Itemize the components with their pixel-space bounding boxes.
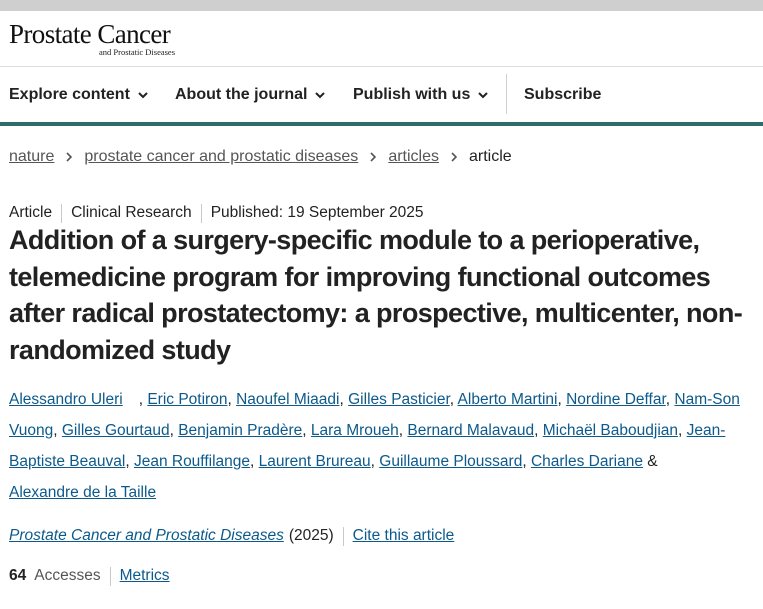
citation-line: Prostate Cancer and Prostatic Diseases (… xyxy=(9,525,454,547)
chevron-right-icon xyxy=(370,152,377,162)
logo-sub-text: and Prostatic Diseases xyxy=(99,47,176,57)
nav-subscribe-label: Subscribe xyxy=(524,85,602,103)
author-list: Alessandro Uleri, Eric Potiron, Naoufel … xyxy=(9,391,740,501)
meta-divider xyxy=(200,203,202,223)
chevron-right-icon xyxy=(66,152,73,162)
author-link[interactable]: Benjamin Pradère xyxy=(178,422,302,439)
nav-about-journal[interactable]: About the journal xyxy=(175,67,326,122)
author-link[interactable]: Alexandre de la Taille xyxy=(9,484,156,501)
author-link[interactable]: Charles Dariane xyxy=(531,453,643,470)
author-link[interactable]: Bernard Malavaud xyxy=(407,422,534,439)
nav-explore-content[interactable]: Explore content xyxy=(9,67,149,122)
top-gray-bar xyxy=(0,0,763,11)
article-title: Addition of a surgery-specific module to… xyxy=(9,225,743,365)
journal-name-link[interactable]: Prostate Cancer and Prostatic Diseases xyxy=(9,527,284,545)
cite-article-link[interactable]: Cite this article xyxy=(353,527,455,545)
accesses-label: Accesses xyxy=(34,567,101,584)
author-link[interactable]: Nordine Deffar xyxy=(566,391,666,408)
nav-publish-label: Publish with us xyxy=(353,85,471,103)
metrics-divider xyxy=(109,566,111,586)
citation-divider xyxy=(342,526,344,546)
chevron-down-icon xyxy=(478,91,489,98)
author-link[interactable]: Lara Mroueh xyxy=(311,422,399,439)
author-link[interactable]: Gilles Pasticier xyxy=(348,391,450,408)
nav-subscribe[interactable]: Subscribe xyxy=(524,67,601,122)
author-link[interactable]: Laurent Brureau xyxy=(259,453,371,470)
author-link[interactable]: Alberto Martini xyxy=(458,391,558,408)
meta-divider xyxy=(61,203,63,223)
breadcrumb-current: article xyxy=(469,148,512,165)
article-metrics: 64 Accesses Metrics xyxy=(9,565,170,587)
site-header: Prostate Cancer and Prostatic Diseases xyxy=(0,11,763,67)
nav-divider xyxy=(506,74,507,114)
metrics-link[interactable]: Metrics xyxy=(120,567,170,585)
author-link[interactable]: Eric Potiron xyxy=(147,391,227,408)
article-meta: Article Clinical Research Published: 19 … xyxy=(9,202,424,224)
article-type: Article xyxy=(9,204,53,221)
author-link[interactable]: Michaël Baboudjian xyxy=(543,422,678,439)
nav-publish-with-us[interactable]: Publish with us xyxy=(353,67,489,122)
nav-about-label: About the journal xyxy=(175,85,308,103)
author-link[interactable]: Gilles Gourtaud xyxy=(62,422,170,439)
breadcrumb-nature[interactable]: nature xyxy=(9,148,54,166)
publication-year: (2025) xyxy=(288,527,334,544)
author-link[interactable]: Jean Rouffilange xyxy=(134,453,250,470)
chevron-down-icon xyxy=(315,91,326,98)
chevron-right-icon xyxy=(451,152,458,162)
breadcrumb: nature prostate cancer and prostatic dis… xyxy=(9,146,512,168)
article-category: Clinical Research xyxy=(71,204,192,221)
author-link[interactable]: Alessandro Uleri xyxy=(9,391,123,408)
nav-explore-label: Explore content xyxy=(9,85,130,103)
logo-main-text: Prostate Cancer xyxy=(9,19,171,49)
author-link[interactable]: Guillaume Ploussard xyxy=(379,453,522,470)
published-date: Published: 19 September 2025 xyxy=(210,204,424,221)
accent-divider xyxy=(0,122,763,126)
main-navigation: Explore content About the journal Publis… xyxy=(0,67,763,122)
author-link[interactable]: Naoufel Miaadi xyxy=(236,391,339,408)
breadcrumb-journal[interactable]: prostate cancer and prostatic diseases xyxy=(84,148,358,166)
accesses-count: 64 xyxy=(9,567,27,584)
chevron-down-icon xyxy=(138,91,148,98)
journal-logo[interactable]: Prostate Cancer and Prostatic Diseases xyxy=(9,20,189,60)
breadcrumb-articles[interactable]: articles xyxy=(388,148,439,166)
